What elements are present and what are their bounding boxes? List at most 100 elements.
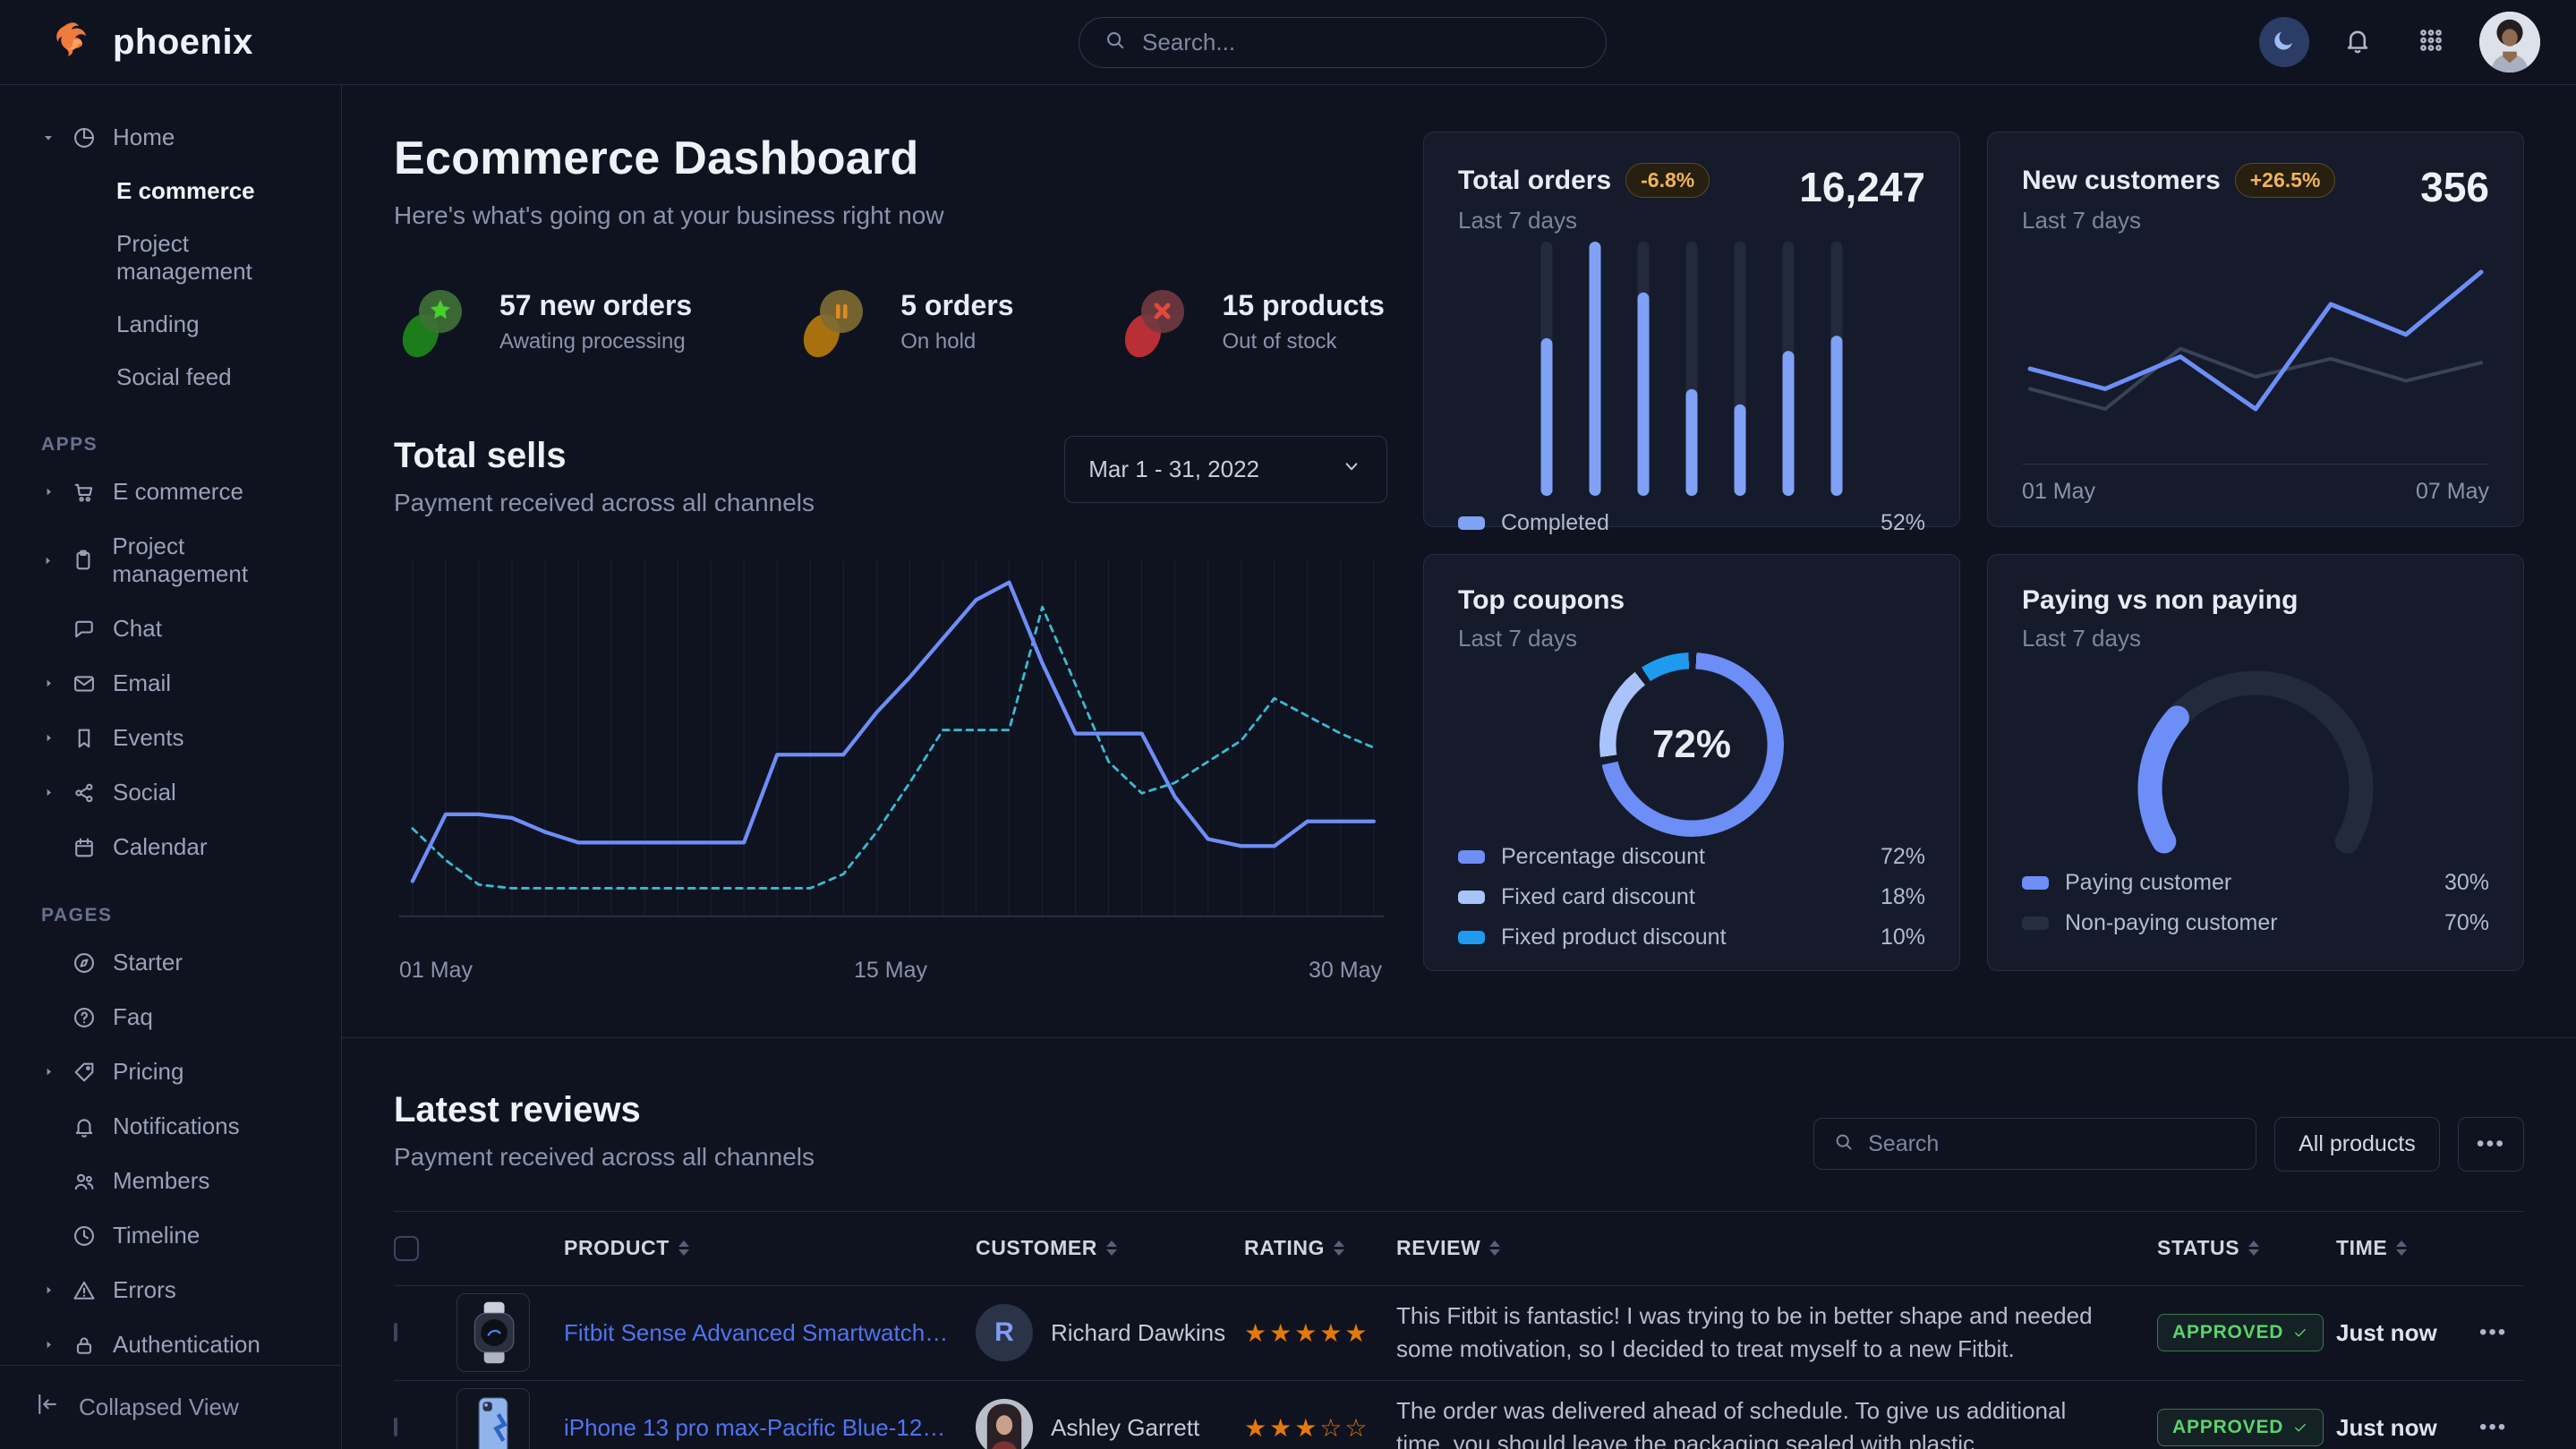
total-sells-title: Total sells: [394, 436, 815, 476]
sidebar-item-errors[interactable]: Errors: [34, 1263, 325, 1317]
sort-icon[interactable]: [678, 1240, 689, 1256]
legend-swatch: [1458, 931, 1485, 944]
product-thumbnail[interactable]: [456, 1388, 530, 1449]
change-badge: +26.5%: [2235, 163, 2336, 198]
card-period: Last 7 days: [2022, 207, 2335, 234]
user-avatar[interactable]: [2479, 12, 2540, 72]
sidebar-item-timeline[interactable]: Timeline: [34, 1208, 325, 1263]
product-link[interactable]: iPhone 13 pro max-Pacific Blue-128GB sto…: [564, 1414, 976, 1442]
status-badge: APPROVED: [2157, 1314, 2324, 1351]
sidebar-subitem-landing[interactable]: Landing: [34, 298, 325, 351]
card-value: 16,247: [1799, 163, 1925, 211]
total-orders-bar-chart: [1458, 234, 1925, 503]
x-tick: 07 May: [2416, 479, 2489, 505]
row-checkbox[interactable]: [394, 1418, 397, 1436]
reviews-subtitle: Payment received across all channels: [394, 1143, 815, 1172]
column-header-rating[interactable]: RATING: [1244, 1236, 1396, 1260]
row-menu-button[interactable]: •••: [2479, 1320, 2524, 1345]
sidebar-item-events[interactable]: Events: [34, 711, 325, 765]
sort-icon[interactable]: [1489, 1240, 1500, 1256]
sidebar-item-pricing[interactable]: Pricing: [34, 1044, 325, 1099]
review-text: The order was delivered ahead of schedul…: [1396, 1394, 2157, 1449]
caret-right-icon: [41, 786, 55, 799]
x-tick: 30 May: [1309, 958, 1382, 984]
paying-gauge-chart: [2022, 652, 2489, 863]
x-tick: 15 May: [854, 958, 927, 984]
sidebar-item-notifications[interactable]: Notifications: [34, 1099, 325, 1154]
new-customers-x-axis: 01 May 07 May: [2022, 464, 2489, 505]
cart-icon: [72, 480, 97, 505]
sidebar-item-social[interactable]: Social: [34, 765, 325, 820]
sidebar-item-email[interactable]: Email: [34, 656, 325, 711]
compass-icon: [72, 950, 97, 976]
customer-cell[interactable]: Ashley Garrett: [976, 1399, 1244, 1449]
column-header-status[interactable]: STATUS: [2157, 1236, 2336, 1260]
reviews-more-button[interactable]: •••: [2458, 1117, 2524, 1172]
notifications-button[interactable]: [2333, 17, 2383, 67]
sort-icon[interactable]: [1334, 1240, 1344, 1256]
kpi-cards: Total orders -6.8% Last 7 days 16,247 Co…: [1423, 132, 2524, 984]
stat-value: 15 products: [1222, 289, 1384, 322]
sidebar-item-label: Timeline: [113, 1222, 200, 1249]
legend-value: 18%: [1881, 884, 1925, 910]
sidebar-item-label: Authentication: [113, 1331, 260, 1359]
reviews-search[interactable]: [1813, 1118, 2256, 1170]
column-header-product[interactable]: PRODUCT: [564, 1236, 976, 1260]
sidebar-subitem-social-feed[interactable]: Social feed: [34, 351, 325, 404]
sidebar-item-chat[interactable]: Chat: [34, 601, 325, 656]
sidebar-item-calendar[interactable]: Calendar: [34, 820, 325, 874]
sort-icon[interactable]: [1106, 1240, 1117, 1256]
sidebar-item-members[interactable]: Members: [34, 1154, 325, 1208]
all-products-button[interactable]: All products: [2274, 1117, 2440, 1172]
column-header-review[interactable]: REVIEW: [1396, 1236, 2157, 1260]
row-checkbox[interactable]: [394, 1323, 397, 1342]
latest-reviews-section: Latest reviews Payment received across a…: [342, 1037, 2576, 1449]
search-icon: [1832, 1130, 1855, 1158]
sidebar-item-e-commerce[interactable]: E commerce: [34, 465, 325, 519]
table-row[interactable]: iPhone 13 pro max-Pacific Blue-128GB sto…: [394, 1381, 2524, 1449]
brand[interactable]: phoenix: [52, 17, 253, 68]
table-row[interactable]: Fitbit Sense Advanced Smartwatch with To…: [394, 1286, 2524, 1381]
sort-icon[interactable]: [2396, 1240, 2407, 1256]
legend-value: 72%: [1881, 844, 1925, 870]
legend-swatch: [1458, 891, 1485, 904]
topbar: phoenix: [0, 0, 2576, 85]
card-title: Total orders: [1458, 166, 1611, 196]
sort-icon[interactable]: [2248, 1240, 2259, 1256]
card-value: 356: [2420, 163, 2489, 211]
card-period: Last 7 days: [1458, 625, 1625, 652]
global-search-input[interactable]: [1142, 29, 1582, 56]
caret-down-icon: [41, 131, 55, 145]
sidebar-item-authentication[interactable]: Authentication: [34, 1317, 325, 1365]
sidebar-section-label: PAGES: [41, 905, 325, 926]
sidebar-subitem-e-commerce[interactable]: E commerce: [34, 165, 325, 217]
column-header-customer[interactable]: CUSTOMER: [976, 1236, 1244, 1260]
sidebar-item-label: Home: [113, 124, 175, 151]
collapsed-view-toggle[interactable]: Collapsed View: [0, 1365, 341, 1449]
sidebar-item-starter[interactable]: Starter: [34, 935, 325, 990]
column-header-time[interactable]: TIME: [2336, 1236, 2479, 1260]
customer-cell[interactable]: RRichard Dawkins: [976, 1304, 1244, 1361]
sidebar-item-project-management[interactable]: Project management: [34, 519, 325, 601]
product-thumbnail[interactable]: [456, 1293, 530, 1372]
card-period: Last 7 days: [1458, 207, 1710, 234]
star-blob-icon: [394, 280, 476, 362]
theme-toggle-button[interactable]: [2259, 17, 2309, 67]
sidebar-item-home[interactable]: Home: [34, 110, 325, 165]
reviews-search-input[interactable]: [1868, 1131, 2238, 1157]
caret-right-icon: [41, 677, 55, 690]
top-coupons-donut-chart: 72%: [1458, 652, 1925, 837]
select-all-checkbox[interactable]: [394, 1236, 419, 1261]
caret-right-icon: [41, 485, 55, 499]
sidebar-subitem-project-management[interactable]: Project management: [34, 217, 325, 298]
product-link[interactable]: Fitbit Sense Advanced Smartwatch with To…: [564, 1319, 976, 1347]
legend-swatch: [1458, 516, 1485, 530]
date-range-select[interactable]: Mar 1 - 31, 2022: [1064, 436, 1387, 503]
page-subtitle: Here's what's going on at your business …: [394, 201, 1387, 230]
apps-menu-button[interactable]: [2406, 17, 2456, 67]
card-period: Last 7 days: [2022, 625, 2298, 652]
global-search[interactable]: [1079, 17, 1607, 68]
sidebar-item-faq[interactable]: Faq: [34, 990, 325, 1044]
row-menu-button[interactable]: •••: [2479, 1415, 2524, 1440]
stats-row: 57 new ordersAwating processing5 ordersO…: [394, 280, 1387, 362]
